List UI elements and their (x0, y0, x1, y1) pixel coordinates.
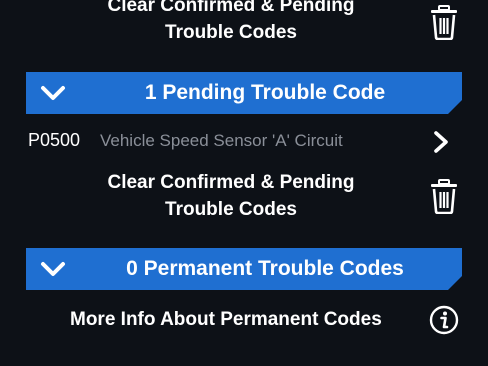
trouble-code-description: Vehicle Speed Sensor 'A' Circuit (100, 131, 343, 150)
chevron-down-icon (41, 86, 65, 100)
permanent-codes-title: 0 Permanent Trouble Codes (126, 257, 404, 280)
more-info-label: More Info About Permanent Codes (70, 309, 382, 330)
clear-codes-label-line1: Clear Confirmed & Pending (107, 0, 355, 16)
clear-codes-label-line1: Clear Confirmed & Pending (107, 172, 355, 193)
trash-icon[interactable] (428, 178, 460, 215)
clear-codes-label-line2: Trouble Codes (165, 22, 297, 43)
info-icon[interactable] (429, 305, 459, 335)
clear-codes-label: Clear Confirmed & Pending Trouble Codes (60, 0, 402, 46)
header-corner-fold (448, 276, 462, 290)
pending-codes-header[interactable]: 1 Pending Trouble Code (26, 72, 462, 114)
clear-confirmed-pending-row-top[interactable]: Clear Confirmed & Pending Trouble Codes (0, 0, 488, 46)
pending-codes-title: 1 Pending Trouble Code (144, 81, 386, 104)
trash-icon[interactable] (428, 4, 460, 41)
permanent-codes-header[interactable]: 0 Permanent Trouble Codes (26, 248, 462, 290)
clear-codes-label: Clear Confirmed & Pending Trouble Codes (60, 169, 402, 223)
trouble-code-row[interactable]: P0500 Vehicle Speed Sensor 'A' Circuit (0, 126, 488, 158)
clear-codes-label-line2: Trouble Codes (165, 199, 297, 220)
trouble-code-id: P0500 (28, 130, 81, 150)
chevron-right-icon[interactable] (432, 130, 450, 154)
header-corner-fold (448, 100, 462, 114)
chevron-down-icon (41, 262, 65, 276)
more-info-permanent-row[interactable]: More Info About Permanent Codes (0, 300, 488, 342)
clear-confirmed-pending-row[interactable]: Clear Confirmed & Pending Trouble Codes (0, 169, 488, 223)
